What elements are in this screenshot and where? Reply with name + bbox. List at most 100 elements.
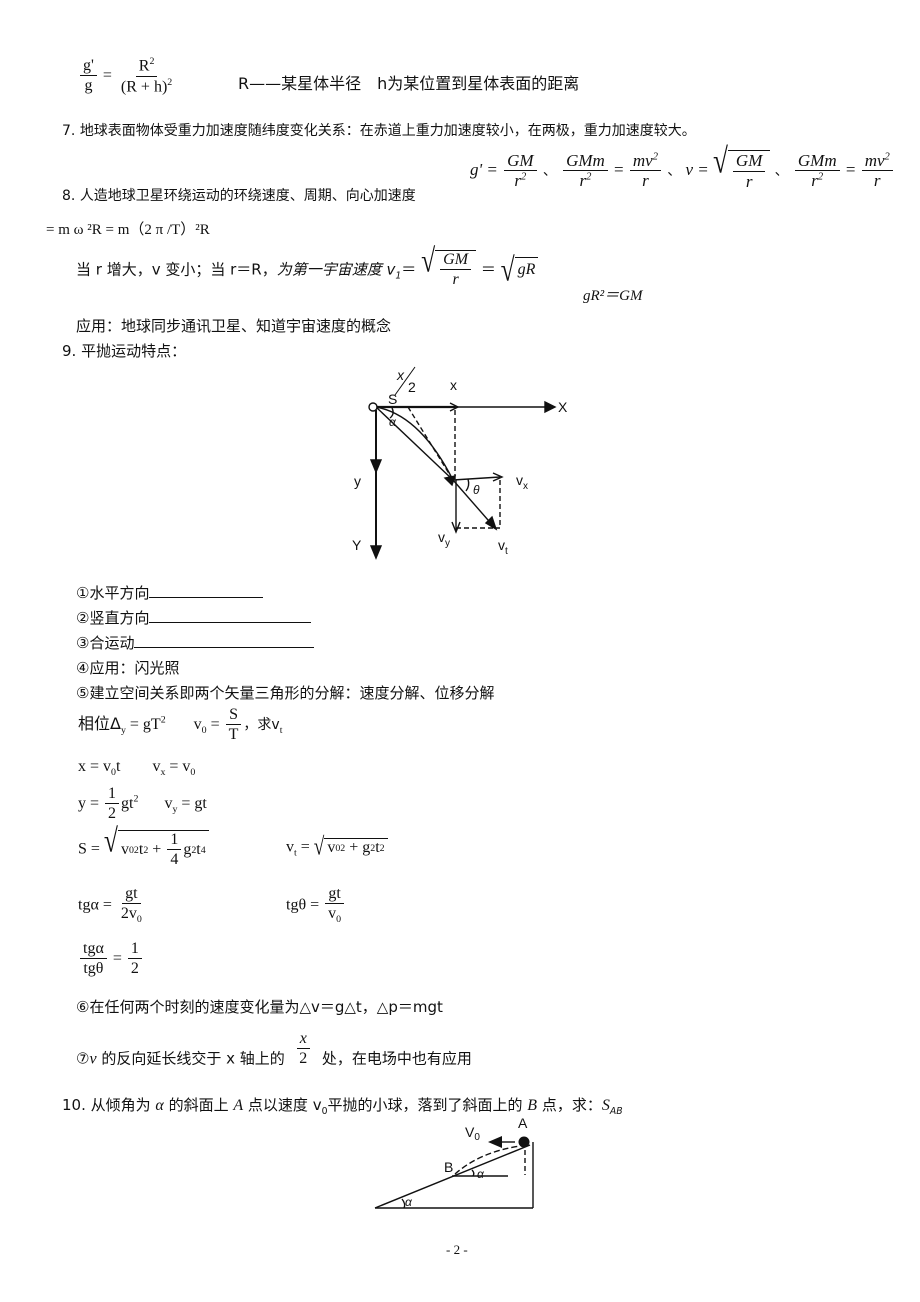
s: S xyxy=(601,1097,610,1114)
r-ratio-fraction: R2 (R + h)2 xyxy=(118,56,175,96)
sub: t xyxy=(505,546,508,557)
g-prime: g' xyxy=(80,57,97,77)
label-b: B xyxy=(444,1159,453,1175)
num: GMm xyxy=(563,151,608,172)
v: v xyxy=(438,529,445,545)
num: 1 xyxy=(105,785,120,805)
separator: 、 xyxy=(667,162,682,179)
equals: ＝ xyxy=(401,260,417,279)
plus: + xyxy=(148,841,166,859)
item-3: ③合运动 xyxy=(76,632,315,653)
text: y = xyxy=(78,794,100,812)
section-text: 地球表面物体受重力加速度随纬度变化关系：在赤道上重力加速度较小，在两极，重力加速… xyxy=(79,123,696,139)
label-vx: vx xyxy=(516,472,528,492)
text: 的反向延长线交于 x 轴上的 xyxy=(96,1049,290,1068)
num: x xyxy=(296,1030,310,1050)
label-v0: V0 xyxy=(465,1124,480,1143)
num: mv xyxy=(864,150,885,170)
g-ratio-fraction: g' g xyxy=(80,57,97,96)
section-8-line1: 8. 人造地球卫星环绕运动的环绕速度、周期、向心加速度 xyxy=(62,185,416,205)
exp: 2 xyxy=(817,171,824,183)
text: tgα = xyxy=(78,896,112,914)
r-num: R xyxy=(138,57,150,75)
item-label: ③合运动 xyxy=(76,634,135,652)
v: v xyxy=(498,537,505,553)
text: = v xyxy=(165,758,191,775)
item-5: ⑤建立空间关系即两个矢量三角形的分解：速度分解、位移分解 xyxy=(76,684,495,702)
v: v xyxy=(89,1050,97,1068)
den: tgθ xyxy=(83,960,104,978)
sub: 0 xyxy=(136,914,142,926)
gr2-gm: gR²＝GM xyxy=(583,288,643,304)
incline-diagram: V0 A B α α xyxy=(374,1115,534,1209)
eq-s: S = √ v02t2 + 14g2t4 xyxy=(78,824,209,870)
text: ，求v xyxy=(243,716,280,733)
equals: = xyxy=(102,66,112,84)
sqrt-vt: √ v02 + g2t2 xyxy=(314,835,388,860)
item-label: ②竖直方向 xyxy=(76,609,150,627)
separator: 、 xyxy=(774,162,789,179)
eq-tg-alpha: tgα = gt 2v0 xyxy=(78,885,147,926)
label-alpha-bottom: α xyxy=(405,1195,413,1209)
exp: 2 xyxy=(160,714,166,726)
text: 的斜面上 xyxy=(163,1096,234,1114)
sub: t xyxy=(279,725,283,737)
text: 为第一宇宙速度 v xyxy=(276,260,396,279)
text: 点以速度 v xyxy=(243,1096,322,1114)
den: r xyxy=(642,171,649,191)
section-9-title: 9. 平抛运动特点： xyxy=(62,340,186,361)
num: GMm xyxy=(794,151,840,172)
landing-point xyxy=(443,475,457,487)
g-prime-eq: g' = xyxy=(470,159,498,179)
eq-y: y = 1 2 gt2 vy = gt xyxy=(78,785,207,824)
label-half-x-num: x xyxy=(396,367,405,383)
fill-blank[interactable] xyxy=(134,633,315,648)
v-eq: v = xyxy=(685,159,709,179)
text: tgθ = xyxy=(286,896,320,914)
item-2: ②竖直方向 xyxy=(76,607,312,628)
exp: 2 xyxy=(379,842,385,854)
label-x: x xyxy=(450,377,457,393)
first-cosmic-speed-line: 当 r 增大，v 变小；当 r＝R，为第一宇宙速度 v1＝ √ GM r ＝ √ gR xyxy=(76,244,539,290)
equals: = xyxy=(845,159,856,179)
fill-blank[interactable] xyxy=(149,608,312,623)
text: 从倾角为 xyxy=(90,1096,156,1114)
text: + g xyxy=(345,839,371,857)
exp: 2 xyxy=(133,793,139,805)
exp: 2 xyxy=(884,150,890,162)
trajectory xyxy=(454,1145,521,1175)
den: 2 xyxy=(130,960,139,978)
label-alpha: α xyxy=(389,415,397,429)
label-theta: θ xyxy=(473,483,480,497)
text: v xyxy=(193,715,202,733)
equals: ＝ xyxy=(480,260,496,279)
num: S xyxy=(226,706,241,726)
sqrt-s: √ v02t2 + 14g2t4 xyxy=(104,824,209,870)
g: g xyxy=(84,77,93,95)
section-number: 10. xyxy=(62,1096,86,1114)
text: 处，在电场中也有应用 xyxy=(317,1049,472,1068)
application-line: 应用：地球同步通讯卫星、知道宇宙速度的概念 xyxy=(76,317,392,335)
num: GM xyxy=(732,151,766,172)
theta-arc xyxy=(465,478,470,492)
fill-blank[interactable] xyxy=(149,583,264,598)
point-a: A xyxy=(233,1097,244,1114)
origin-point xyxy=(368,402,378,412)
eq-tg-theta: tgθ = gt v0 xyxy=(286,885,346,926)
text: v xyxy=(286,838,294,856)
text: = xyxy=(296,838,310,856)
num: 1 xyxy=(127,940,142,960)
gravity-ratio-formula: g' g = R2 (R + h)2 xyxy=(78,56,177,96)
label-y: y xyxy=(354,473,361,489)
den: 2v xyxy=(120,905,137,923)
text: v xyxy=(120,841,129,859)
y-arrow-small xyxy=(369,459,383,474)
exp: 2 xyxy=(521,171,527,183)
gravity-ratio-note: R——某星体半径 h为某位置到星体表面的距离 xyxy=(238,74,580,93)
projectile-diagram: x 2 x X S α y Y θ vx vy vt xyxy=(352,366,568,560)
text: 当 r 增大，v 变小；当 r＝R， xyxy=(76,260,277,279)
label-alpha-b: α xyxy=(477,1167,485,1181)
exp: 4 xyxy=(200,844,206,856)
den: r xyxy=(811,171,818,191)
text: t xyxy=(115,758,121,775)
